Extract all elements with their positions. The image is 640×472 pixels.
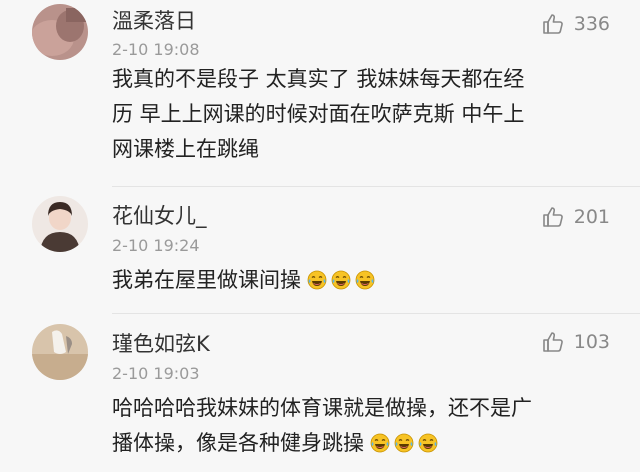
- comment-text: 我弟在屋里做课间操: [112, 263, 612, 298]
- like-button[interactable]: 103: [542, 330, 610, 354]
- comment-line: 我弟在屋里做课间操: [112, 268, 301, 292]
- comment-text: 我真的不是段子 太真实了 我妹妹每天都在经 历 早上上网课的时候对面在吹萨克斯 …: [112, 62, 612, 167]
- divider: [112, 186, 640, 187]
- laughing-tears-emoji-icon: [331, 270, 351, 290]
- laughing-tears-emoji-icon: [307, 270, 327, 290]
- thumbs-up-icon: [542, 330, 566, 354]
- comment-text: 哈哈哈哈我妹妹的体育课就是做操，还不是广 播体操，像是各种健身跳操: [112, 391, 612, 461]
- like-count: 336: [573, 12, 610, 35]
- comment-line: 我真的不是段子 太真实了 我妹妹每天都在经: [112, 67, 525, 91]
- laughing-tears-emoji-icon: [355, 270, 375, 290]
- timestamp: 2-10 19:08: [112, 40, 200, 59]
- username[interactable]: 瑾色如弦K: [112, 334, 210, 355]
- timestamp: 2-10 19:03: [112, 364, 200, 383]
- avatar[interactable]: [32, 196, 88, 252]
- like-button[interactable]: 201: [542, 205, 610, 229]
- username[interactable]: 花仙女儿_: [112, 206, 207, 227]
- laughing-tears-emoji-icon: [418, 433, 438, 453]
- thumbs-up-icon: [542, 205, 566, 229]
- thumbs-up-icon: [542, 12, 566, 36]
- comment-line: 网课楼上在跳绳: [112, 137, 259, 161]
- comment-line: 播体操，像是各种健身跳操: [112, 431, 364, 455]
- laughing-tears-emoji-icon: [394, 433, 414, 453]
- divider: [112, 313, 640, 314]
- comment-line: 历 早上上网课的时候对面在吹萨克斯 中午上: [112, 102, 525, 126]
- comment-line: 哈哈哈哈我妹妹的体育课就是做操，还不是广: [112, 396, 532, 420]
- laughing-tears-emoji-icon: [370, 433, 390, 453]
- like-button[interactable]: 336: [542, 12, 610, 36]
- timestamp: 2-10 19:24: [112, 236, 200, 255]
- like-count: 103: [573, 330, 610, 353]
- avatar[interactable]: [32, 4, 88, 60]
- avatar[interactable]: [32, 324, 88, 380]
- username[interactable]: 溫柔落日: [112, 11, 196, 32]
- like-count: 201: [573, 205, 610, 228]
